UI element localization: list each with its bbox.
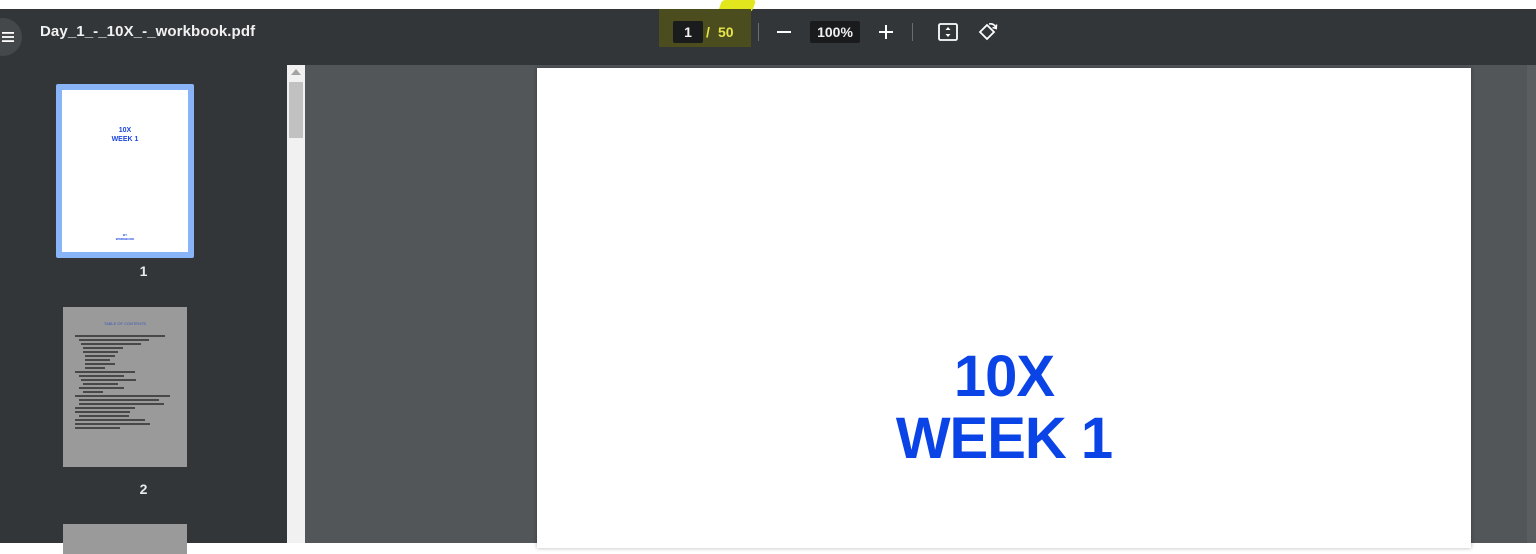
- zoom-in-button[interactable]: [873, 19, 899, 45]
- fit-to-page-button[interactable]: [935, 19, 961, 45]
- menu-button[interactable]: [0, 18, 22, 56]
- toolbar-divider: [912, 23, 913, 41]
- hamburger-menu-icon: [2, 32, 14, 42]
- thumbnail-page-2[interactable]: TABLE OF CONTENTS: [63, 307, 187, 467]
- page-number-input[interactable]: 1: [673, 21, 703, 43]
- sidebar-scroll-thumb[interactable]: [289, 82, 303, 138]
- viewer-scrollbar[interactable]: [1527, 65, 1536, 543]
- rotate-button[interactable]: [975, 19, 1001, 45]
- thumbnail-1-title: 10X WEEK 1: [62, 126, 188, 144]
- toolbar-divider: [758, 23, 759, 41]
- thumbnail-1-footer: BY WORKBOOK: [62, 233, 188, 241]
- page-separator: /: [706, 24, 710, 40]
- document-title-line2: WEEK 1: [895, 406, 1113, 471]
- zoom-input[interactable]: 100%: [810, 21, 860, 43]
- thumbnail-page-3[interactable]: [63, 524, 187, 554]
- plus-icon: [879, 25, 893, 39]
- thumbnail-page-1[interactable]: 10X WEEK 1 BY WORKBOOK: [56, 84, 194, 258]
- pdf-toolbar: Day_1_-_10X_-_workbook.pdf 1 / 50 100%: [0, 0, 1536, 65]
- thumbnail-1-title-line1: 10X: [118, 127, 132, 134]
- thumbnail-2-toc-lines: [75, 335, 175, 431]
- rotate-icon: [978, 23, 998, 41]
- document-page-1: 10X WEEK 1: [537, 68, 1471, 548]
- zoom-out-button[interactable]: [771, 19, 797, 45]
- thumbnail-number-1: 1: [139, 263, 148, 279]
- document-title-line1: 10X: [953, 344, 1055, 409]
- minus-icon: [777, 31, 791, 33]
- thumbnail-page-1-content: 10X WEEK 1 BY WORKBOOK: [62, 90, 188, 252]
- sidebar-scrollbar[interactable]: [287, 65, 305, 543]
- scroll-up-arrow-icon[interactable]: [291, 69, 301, 75]
- document-main-title: 10X WEEK 1: [537, 346, 1471, 470]
- thumbnail-number-2: 2: [139, 481, 148, 497]
- thumbnail-1-footer-line2: WORKBOOK: [115, 237, 135, 241]
- fit-to-page-icon: [938, 23, 958, 41]
- thumbnail-1-title-line2: WEEK 1: [111, 136, 139, 143]
- document-title: Day_1_-_10X_-_workbook.pdf: [40, 23, 256, 40]
- page-total: 50: [718, 24, 734, 40]
- thumbnail-2-title: TABLE OF CONTENTS: [103, 321, 147, 326]
